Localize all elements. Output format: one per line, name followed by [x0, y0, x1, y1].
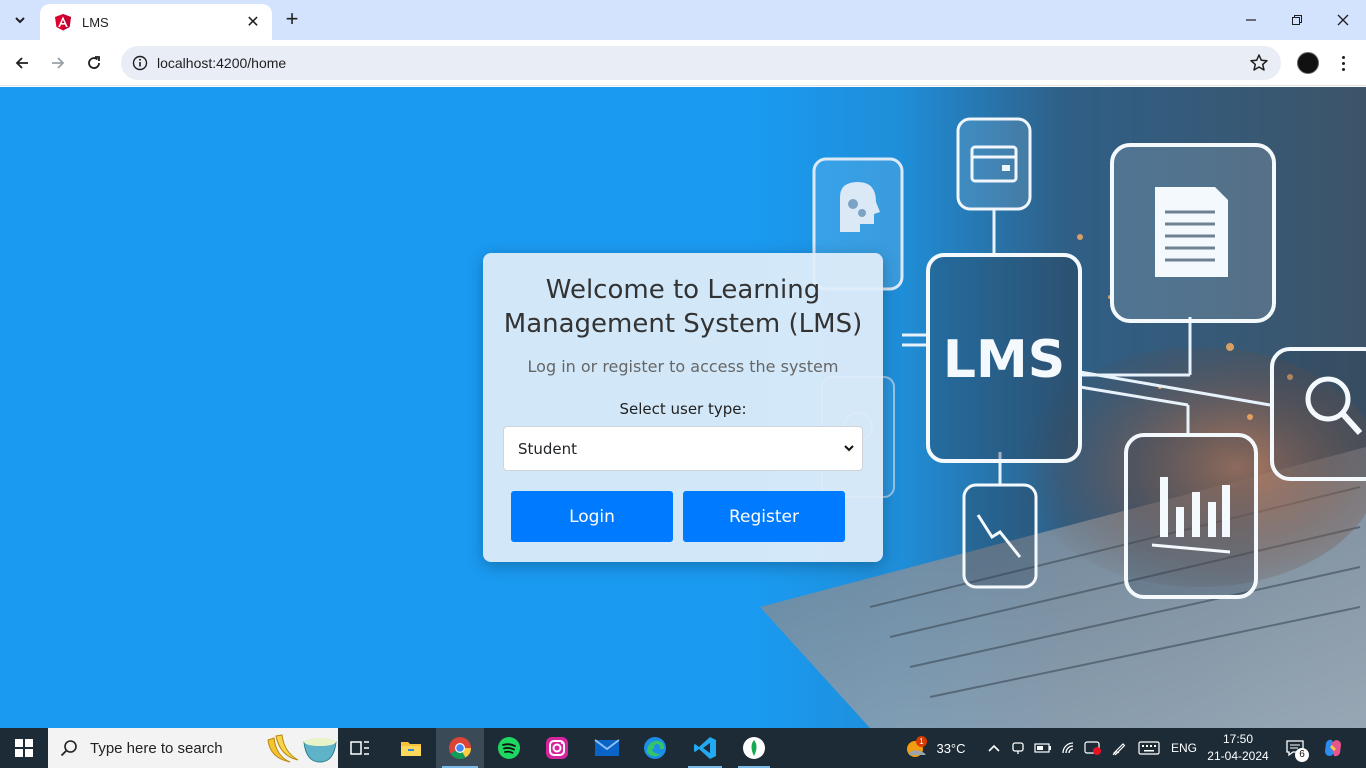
hero-lms-text: LMS [943, 330, 1065, 390]
taskbar-edge[interactable] [632, 728, 678, 768]
chevron-up-icon [988, 744, 1000, 752]
meet-now-button[interactable] [1008, 728, 1030, 768]
windows-taskbar: Type here to search 1 33°C ENG 17:50 21-… [0, 728, 1366, 768]
chrome-icon [449, 737, 471, 759]
angular-icon [55, 14, 71, 31]
notification-count-badge: 6 [1295, 748, 1309, 762]
copilot-icon [1325, 739, 1341, 757]
browser-tabstrip: LMS ✕ + [0, 0, 1366, 40]
arrow-right-icon [52, 57, 65, 69]
notification-center-button[interactable]: 6 [1280, 728, 1310, 768]
browser-menu-button[interactable] [1333, 50, 1353, 76]
tab-title: LMS [82, 14, 109, 30]
task-view-button[interactable] [340, 728, 380, 768]
user-type-value: Student [518, 440, 578, 458]
volume-indicator[interactable] [1082, 728, 1104, 768]
wifi-icon [1062, 742, 1074, 754]
taskbar-vscode[interactable] [682, 728, 728, 768]
taskbar-spotify[interactable] [486, 728, 532, 768]
speaker-muted-icon [1084, 741, 1101, 755]
minimize-button[interactable] [1228, 0, 1274, 40]
chevron-down-icon [844, 445, 854, 452]
address-bar[interactable]: localhost:4200/home [121, 46, 1281, 80]
tab-search-button[interactable] [8, 8, 32, 32]
welcome-card: Welcome to Learning Management System (L… [483, 253, 883, 562]
arrow-left-icon [15, 57, 28, 69]
new-tab-button[interactable]: + [280, 8, 304, 32]
browser-tab-lms[interactable]: LMS ✕ [40, 4, 272, 40]
vscode-icon [694, 737, 716, 759]
taskbar-mongodb-compass[interactable] [732, 728, 776, 768]
register-button[interactable]: Register [683, 491, 845, 542]
chevron-down-icon [15, 17, 25, 24]
taskbar-clock[interactable]: 17:50 21-04-2024 [1206, 731, 1270, 765]
taskbar-chrome[interactable] [436, 728, 484, 768]
show-hidden-icons-button[interactable] [984, 728, 1004, 768]
mail-icon [594, 739, 620, 756]
weather-temperature: 33°C [936, 740, 966, 756]
close-window-button[interactable] [1320, 0, 1366, 40]
taskbar-file-explorer[interactable] [388, 728, 434, 768]
taskbar-mail[interactable] [584, 728, 630, 768]
pen-workspace-button[interactable] [1108, 728, 1130, 768]
clock-time: 17:50 [1222, 732, 1254, 746]
login-button[interactable]: Login [511, 491, 673, 542]
site-info-icon[interactable] [129, 52, 151, 74]
battery-icon [1034, 743, 1051, 753]
taskbar-instagram[interactable] [534, 728, 580, 768]
reload-icon [88, 56, 100, 69]
start-button[interactable] [0, 728, 48, 768]
task-view-icon [350, 741, 369, 755]
clock-date: 21-04-2024 [1207, 749, 1269, 763]
browser-toolbar: localhost:4200/home [0, 40, 1366, 86]
mongodb-icon [743, 737, 765, 759]
language-text: ENG [1170, 741, 1197, 755]
back-button[interactable] [8, 49, 36, 77]
weather-badge: 1 [916, 736, 927, 747]
taskbar-search-box[interactable]: Type here to search [48, 728, 338, 768]
network-indicator[interactable] [1058, 728, 1080, 768]
profile-avatar[interactable] [1297, 52, 1319, 74]
spotify-icon [498, 737, 520, 759]
reload-button[interactable] [80, 49, 108, 77]
restore-button[interactable] [1274, 0, 1320, 40]
touch-keyboard-button[interactable] [1136, 728, 1162, 768]
weather-widget[interactable]: 1 33°C [900, 728, 970, 768]
forward-button[interactable] [44, 49, 72, 77]
bananas-icon [267, 734, 337, 763]
page-title: Welcome to Learning Management System (L… [503, 275, 863, 339]
close-icon [1337, 14, 1349, 26]
tab-close-icon[interactable]: ✕ [244, 13, 262, 31]
keyboard-icon [1138, 741, 1160, 755]
windows-icon [15, 739, 33, 757]
pen-icon [1112, 743, 1126, 756]
user-type-select[interactable]: Student [503, 426, 863, 471]
minimize-icon [1246, 19, 1256, 21]
input-language-indicator[interactable]: ENG [1166, 728, 1202, 768]
folder-icon [401, 742, 421, 756]
restore-icon [1292, 15, 1302, 25]
instagram-icon [546, 737, 568, 759]
battery-indicator[interactable] [1032, 728, 1054, 768]
bookmark-star-icon[interactable] [1249, 53, 1269, 73]
url-text: localhost:4200/home [157, 55, 287, 71]
taskbar-search-placeholder: Type here to search [90, 739, 223, 757]
page-viewport: LMS Welcome to Learning Management Syste… [0, 87, 1366, 728]
copilot-button[interactable] [1318, 728, 1348, 768]
user-type-label: Select user type: [619, 400, 747, 418]
page-subtitle: Log in or register to access the system [527, 357, 839, 376]
search-icon [60, 740, 77, 757]
edge-icon [644, 737, 666, 759]
camera-icon [1012, 742, 1024, 754]
